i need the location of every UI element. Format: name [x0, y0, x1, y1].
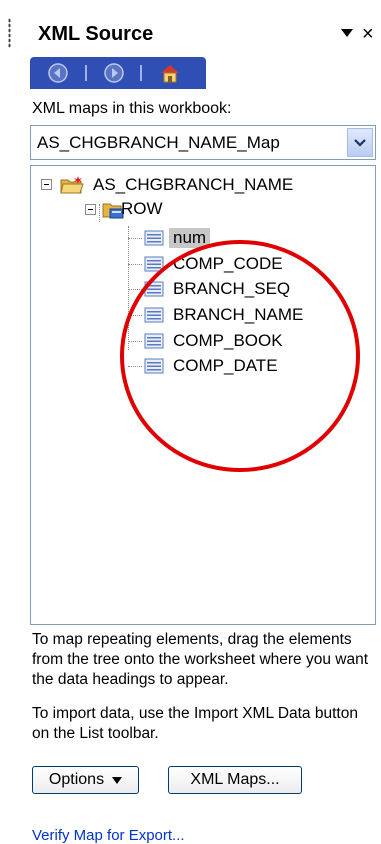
tree-node-field[interactable]: COMP_BOOK [143, 330, 283, 352]
field-icon [144, 307, 164, 323]
tree-node-label: COMP_CODE [173, 254, 283, 273]
tree-node-label: num [169, 228, 211, 248]
tree-node-label: AS_CHGBRANCH_NAME [93, 175, 294, 194]
verify-map-link[interactable]: Verify Map for Export... [32, 827, 185, 844]
options-button-label: Options [48, 771, 105, 788]
tree-connector [128, 238, 142, 239]
tree-connector [128, 226, 129, 350]
tree-connector [128, 341, 142, 342]
xml-map-select[interactable]: AS_CHGBRANCH_NAME_Map [30, 125, 376, 160]
tree-node-label: ROW [121, 199, 163, 218]
maps-label: XML maps in this workbook: [32, 100, 232, 117]
tree-node-root[interactable]: AS_CHGBRANCH_NAME [59, 174, 293, 196]
home-button[interactable] [152, 61, 188, 85]
field-icon [144, 333, 164, 349]
tree-connector [128, 264, 142, 265]
left-arrow-icon [48, 63, 68, 83]
xml-source-pane: XML Source × XML maps in this workbook: [0, 0, 381, 844]
help-paragraph: To import data, use the Import XML Data … [32, 705, 358, 742]
caret-down-icon [112, 776, 123, 784]
tree-node-field[interactable]: BRANCH_SEQ [143, 278, 290, 300]
dropdown-button[interactable] [347, 128, 373, 157]
field-icon [144, 230, 164, 246]
field-icon [144, 358, 164, 374]
tree-node-row[interactable]: ROW [101, 198, 163, 220]
folder-icon [60, 176, 84, 194]
home-icon [161, 65, 179, 83]
pane-menu-dropdown-icon[interactable] [341, 29, 353, 37]
xml-element-tree[interactable]: AS_CHGBRANCH_NAME ROW num COMP_CODE BRAN… [30, 165, 376, 625]
xml-maps-button-label: XML Maps... [190, 771, 280, 788]
toolbar-separator [140, 65, 142, 81]
collapse-root-toggle[interactable] [41, 179, 52, 190]
help-text: To map repeating elements, drag the elem… [32, 630, 377, 758]
tree-node-field[interactable]: num [143, 227, 211, 249]
xml-maps-button[interactable]: XML Maps... [168, 766, 302, 794]
tree-node-label: COMP_DATE [173, 356, 278, 375]
field-icon [144, 281, 164, 297]
tree-node-label: BRANCH_NAME [173, 305, 304, 324]
tree-connector [128, 366, 142, 367]
tree-node-field[interactable]: COMP_DATE [143, 355, 278, 377]
pane-title: XML Source [38, 23, 154, 45]
tree-connector [128, 289, 142, 290]
tree-node-label: COMP_BOOK [173, 331, 283, 350]
field-icon [144, 256, 164, 272]
toolbar-separator [85, 65, 87, 81]
options-button[interactable]: Options [32, 766, 139, 794]
chevron-down-icon [354, 138, 366, 147]
tree-node-label: BRANCH_SEQ [173, 279, 291, 298]
help-paragraph: To map repeating elements, drag the elem… [32, 631, 369, 688]
back-button[interactable] [40, 61, 76, 85]
tree-connector [128, 315, 142, 316]
xml-map-select-value: AS_CHGBRANCH_NAME_Map [37, 133, 280, 152]
tree-connector [99, 204, 100, 222]
tree-node-field[interactable]: COMP_CODE [143, 253, 283, 275]
navigation-toolbar [30, 57, 206, 89]
forward-button[interactable] [96, 61, 132, 85]
collapse-row-toggle[interactable] [85, 204, 96, 215]
right-arrow-icon [104, 63, 124, 83]
close-icon[interactable]: × [362, 24, 374, 44]
tree-node-field[interactable]: BRANCH_NAME [143, 304, 303, 326]
pane-grip-handle[interactable] [8, 18, 11, 48]
